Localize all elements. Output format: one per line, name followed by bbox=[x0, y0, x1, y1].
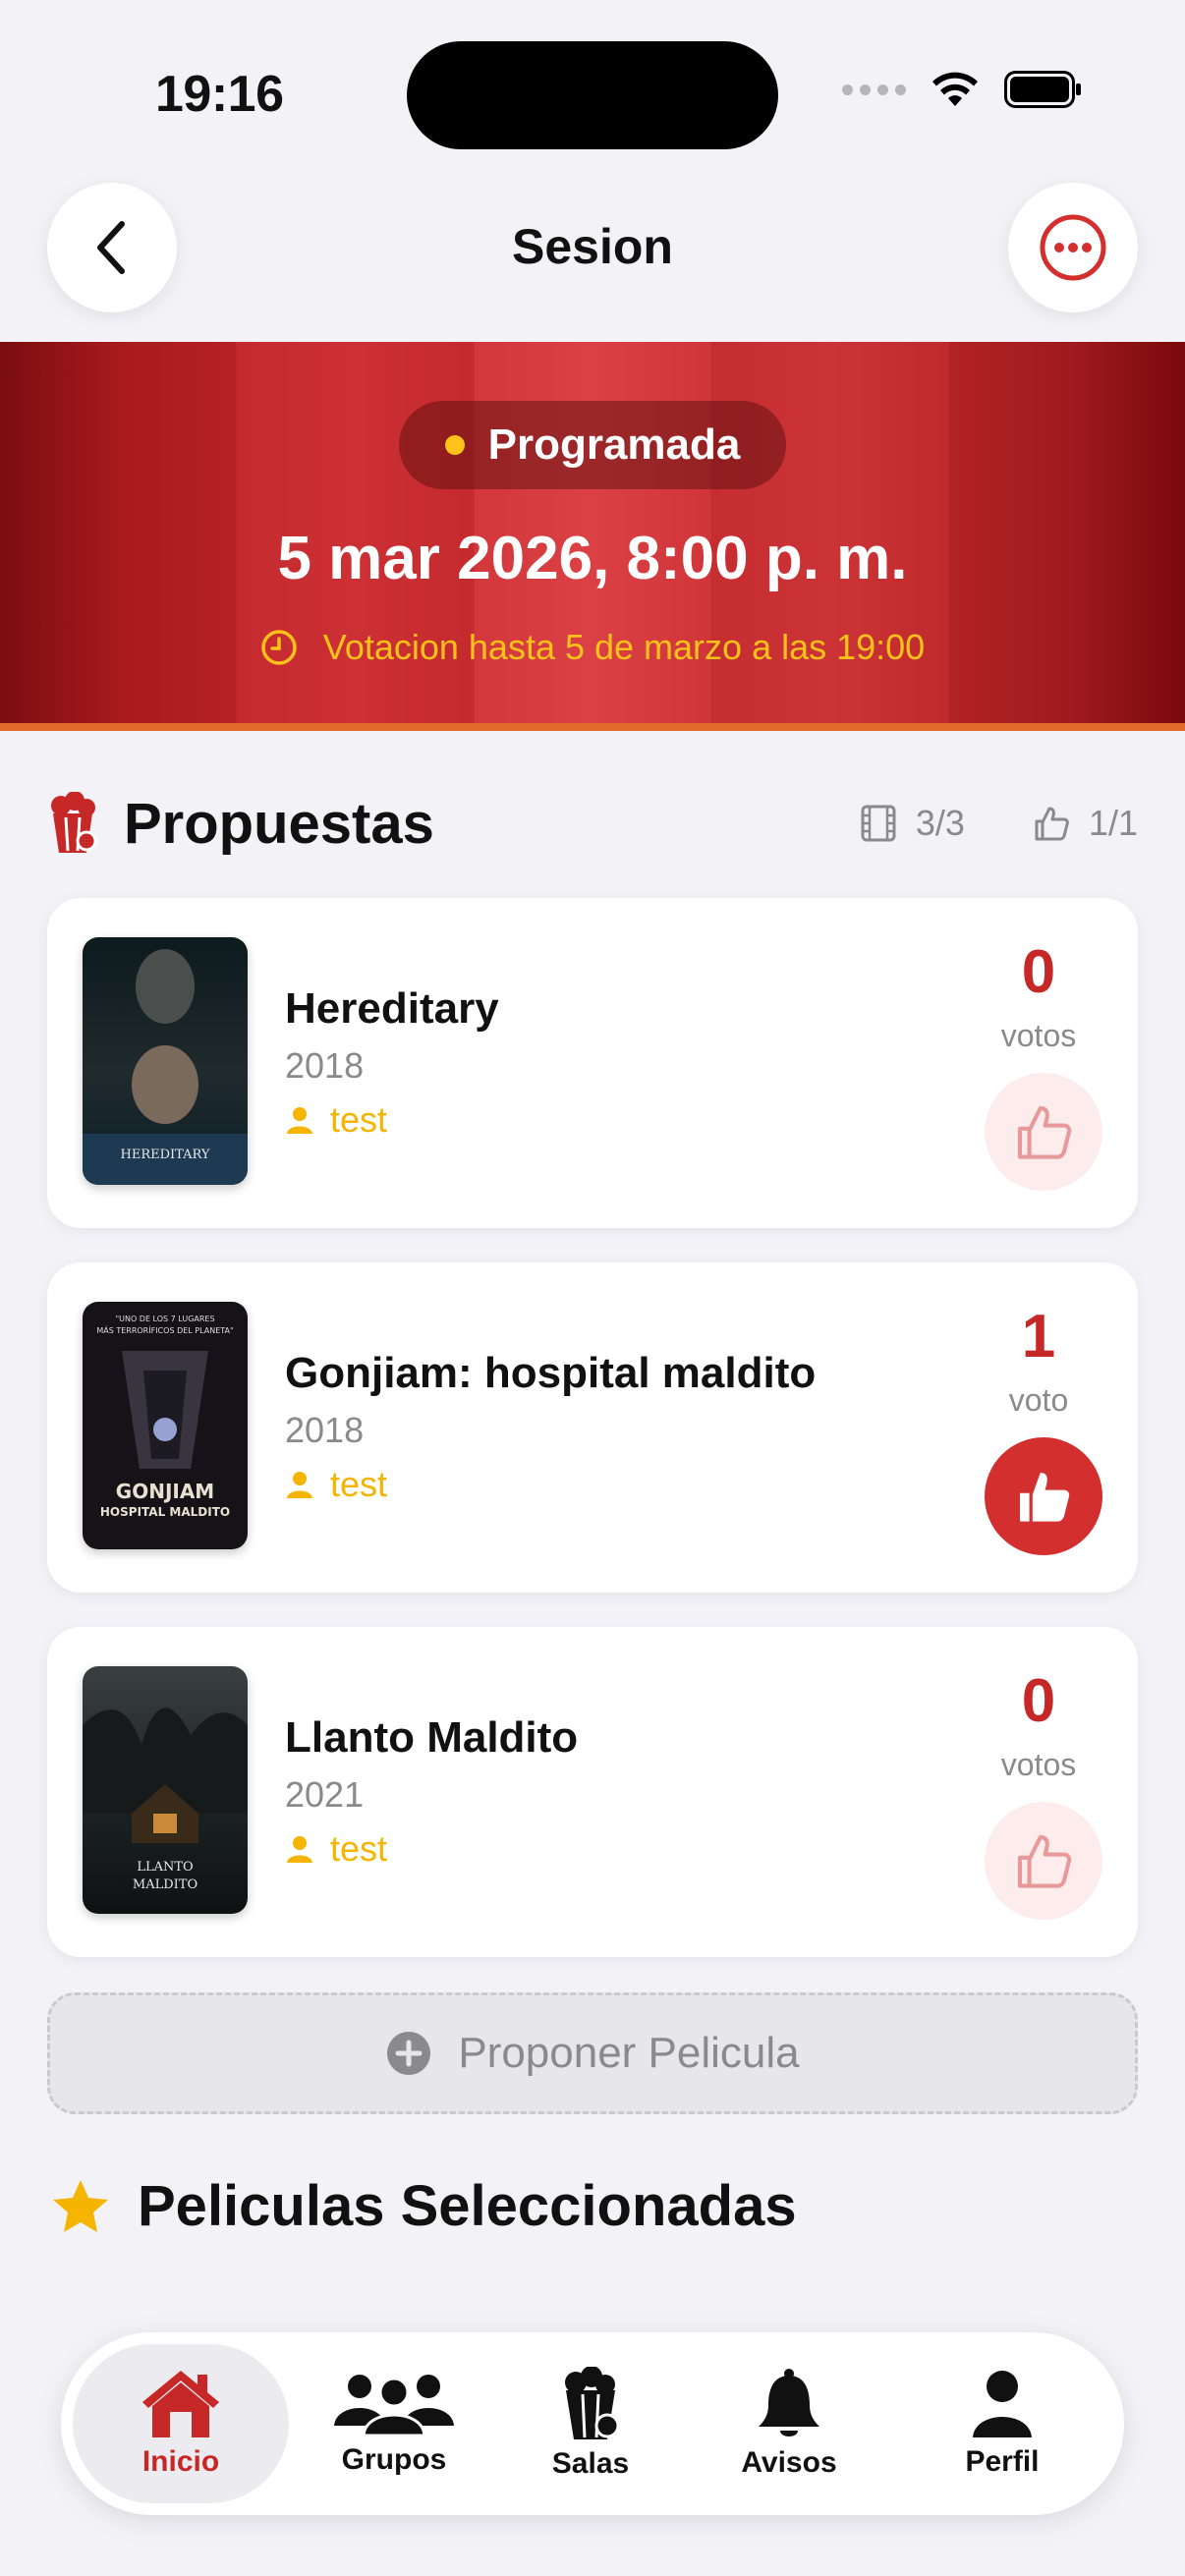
plus-circle-icon bbox=[387, 2032, 431, 2075]
status-dot bbox=[444, 435, 465, 455]
section-title-proposals: Propuestas bbox=[124, 791, 434, 856]
tab-inicio[interactable]: Inicio bbox=[73, 2344, 289, 2503]
proposals-header: Propuestas 3/3 1/1 bbox=[47, 784, 1138, 863]
vote-button[interactable] bbox=[985, 1073, 1102, 1191]
thumbs-up-outline-icon bbox=[1035, 807, 1069, 841]
movie-title: Gonjiam: hospital maldito bbox=[285, 1349, 817, 1397]
tab-label: Grupos bbox=[341, 2443, 447, 2476]
movie-year: 2018 bbox=[285, 1410, 365, 1450]
session-date: 5 mar 2026, 8:00 p. m. bbox=[277, 525, 908, 592]
films-count: 3/3 bbox=[915, 803, 965, 843]
thumbs-up-filled-icon bbox=[1020, 1473, 1070, 1522]
proposed-by-user: test bbox=[330, 1828, 388, 1869]
proposed-by: test bbox=[285, 1099, 387, 1141]
film-icon bbox=[861, 805, 896, 842]
person-icon bbox=[287, 1836, 312, 1863]
proposed-by: test bbox=[285, 1828, 387, 1870]
vote-deadline: Votacion hasta 5 de marzo a las 19:00 bbox=[0, 627, 1185, 668]
tab-label: Avisos bbox=[741, 2446, 837, 2479]
movie-poster: HEREDITARY bbox=[83, 937, 248, 1185]
movie-poster: "UNO DE LOS 7 LUGARES MÁS TERRORÍFICOS D… bbox=[83, 1302, 248, 1549]
propose-movie-label: Proponer Pelicula bbox=[458, 2029, 800, 2077]
likes-count: 1/1 bbox=[1088, 803, 1138, 843]
session-screen: 19:16 Sesion Programada 5 mar 2026, 8:00… bbox=[0, 0, 1185, 2576]
section-title-selected: Peliculas Seleccionadas bbox=[138, 2174, 797, 2238]
tab-bar: Inicio Grupos Salas Avisos Perfil bbox=[61, 2332, 1124, 2515]
popcorn-icon bbox=[565, 2367, 620, 2439]
movie-title: Llanto Maldito bbox=[285, 1713, 579, 1762]
dynamic-island bbox=[407, 41, 778, 149]
vote-count: 1 bbox=[1021, 1303, 1056, 1371]
movie-year: 2018 bbox=[285, 1045, 365, 1086]
proposal-counts: 3/3 1/1 bbox=[859, 803, 1138, 844]
proposed-by-user: test bbox=[330, 1464, 388, 1504]
star-icon bbox=[53, 2179, 108, 2232]
vote-count: 0 bbox=[1021, 938, 1056, 1006]
popcorn-icon bbox=[51, 792, 97, 853]
battery-icon bbox=[1004, 71, 1081, 108]
clock-icon bbox=[261, 630, 297, 665]
tab-perfil[interactable]: Perfil bbox=[894, 2344, 1110, 2503]
person-icon bbox=[287, 1107, 312, 1134]
movie-poster: LLANTO MALDITO bbox=[83, 1666, 248, 1914]
tab-avisos[interactable]: Avisos bbox=[681, 2344, 897, 2503]
cellular-icon bbox=[842, 84, 906, 95]
person-icon bbox=[287, 1472, 312, 1498]
movie-title: Hereditary bbox=[285, 984, 499, 1033]
bell-icon bbox=[759, 2369, 819, 2436]
status-badge: Programada bbox=[399, 401, 786, 489]
svg-text:HEREDITARY: HEREDITARY bbox=[121, 1148, 210, 1162]
svg-text:MÁS TERRORÍFICOS DEL PLANETA": MÁS TERRORÍFICOS DEL PLANETA" bbox=[96, 1324, 233, 1335]
session-banner: Programada 5 mar 2026, 8:00 p. m. Votaci… bbox=[0, 342, 1185, 731]
people-icon bbox=[334, 2375, 454, 2437]
wifi-icon bbox=[932, 72, 978, 106]
tab-label: Inicio bbox=[141, 2445, 220, 2478]
tab-label: Salas bbox=[551, 2447, 630, 2480]
person-icon bbox=[973, 2371, 1032, 2437]
svg-text:LLANTO: LLANTO bbox=[137, 1860, 193, 1875]
tab-grupos[interactable]: Grupos bbox=[286, 2344, 502, 2503]
thumbs-up-icon bbox=[1017, 1105, 1072, 1159]
vote-deadline-text: Votacion hasta 5 de marzo a las 19:00 bbox=[322, 627, 926, 667]
status-icons bbox=[842, 71, 1083, 108]
more-options-button[interactable] bbox=[1008, 183, 1138, 312]
tab-label: Perfil bbox=[965, 2445, 1040, 2478]
vote-button[interactable] bbox=[985, 1437, 1102, 1555]
svg-text:MALDITO: MALDITO bbox=[133, 1877, 198, 1892]
proposal-card[interactable]: LLANTO MALDITO Llanto Maldito 2021 test … bbox=[47, 1627, 1138, 1957]
svg-text:HOSPITAL MALDITO: HOSPITAL MALDITO bbox=[100, 1505, 230, 1519]
vote-count: 0 bbox=[1021, 1667, 1056, 1735]
status-bar: 19:16 bbox=[0, 0, 1185, 187]
svg-text:"UNO DE LOS 7 LUGARES: "UNO DE LOS 7 LUGARES bbox=[115, 1315, 214, 1323]
tab-salas[interactable]: Salas bbox=[482, 2344, 699, 2503]
house-icon bbox=[142, 2371, 219, 2437]
movie-year: 2021 bbox=[285, 1774, 365, 1815]
vote-label: votos bbox=[1000, 1018, 1077, 1053]
proposed-by-user: test bbox=[330, 1099, 388, 1140]
svg-text:GONJIAM: GONJIAM bbox=[116, 1480, 214, 1503]
vote-label: votos bbox=[1000, 1747, 1077, 1782]
proposed-by: test bbox=[285, 1464, 387, 1505]
status-label: Programada bbox=[487, 420, 741, 469]
thumbs-up-icon bbox=[1017, 1834, 1072, 1888]
vote-label: voto bbox=[1008, 1382, 1069, 1418]
selected-header: Peliculas Seleccionadas bbox=[51, 2173, 797, 2239]
ellipsis-circle-icon bbox=[1040, 214, 1106, 281]
vote-button[interactable] bbox=[985, 1802, 1102, 1920]
propose-movie-button[interactable]: Proponer Pelicula bbox=[47, 1992, 1138, 2114]
proposal-card[interactable]: "UNO DE LOS 7 LUGARES MÁS TERRORÍFICOS D… bbox=[47, 1262, 1138, 1593]
proposal-card[interactable]: HEREDITARY Hereditary 2018 test 0 votos bbox=[47, 898, 1138, 1228]
status-time: 19:16 bbox=[155, 66, 284, 123]
